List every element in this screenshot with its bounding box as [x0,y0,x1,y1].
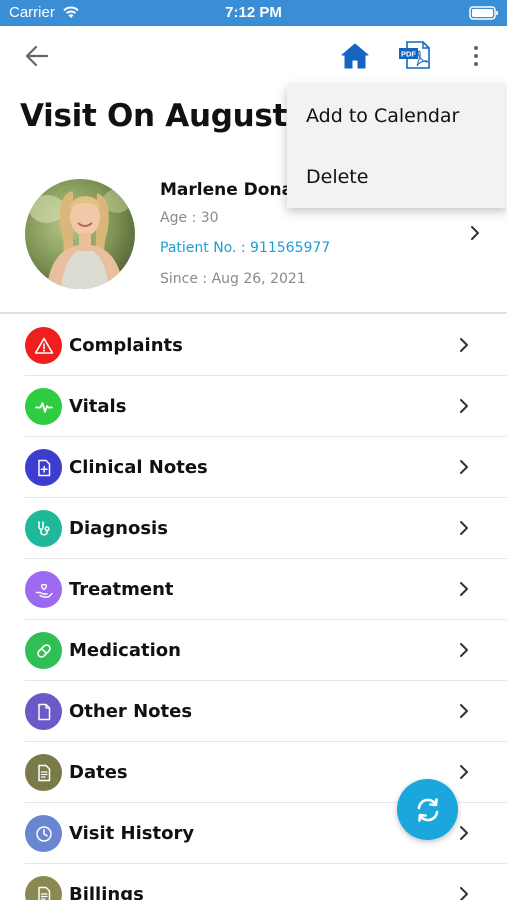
more-options-button[interactable] [462,42,490,70]
menu-item-label: Dates [69,762,128,783]
pdf-icon-label: PDF [401,50,416,59]
menu-item-label: Complaints [69,335,183,356]
pdf-icon: PDF [399,41,430,69]
menu-item-label: Vitals [69,396,127,417]
chevron-right-icon [460,887,468,900]
patient-photo [25,179,135,289]
delete-option[interactable]: Delete [306,166,368,188]
menu-item-other-notes[interactable]: Other Notes [0,681,507,742]
hand-heart-icon [25,571,62,608]
menu-item-treatment[interactable]: Treatment [0,559,507,620]
add-to-calendar-option[interactable]: Add to Calendar [306,105,459,127]
sync-icon [417,797,438,822]
menu-item-complaints[interactable]: Complaints [0,315,507,376]
sync-button[interactable] [397,779,458,840]
document-lines-icon [25,754,62,791]
chevron-right-icon [460,460,468,474]
menu-item-label: Diagnosis [69,518,168,539]
warning-icon [25,327,62,364]
chevron-right-icon [460,582,468,596]
heartbeat-icon [25,388,62,425]
chevron-right-icon [460,643,468,657]
invoice-icon [25,876,62,900]
status-bar: Carrier 7:12 PM [0,0,507,26]
menu-item-label: Other Notes [69,701,193,722]
clock-icon [25,815,62,852]
menu-item-label: Billings [69,884,144,900]
menu-item-vitals[interactable]: Vitals [0,376,507,437]
menu-item-label: Treatment [69,579,174,600]
patient-number: Patient No. : 911565977 [160,240,331,256]
menu-item-label: Medication [69,640,181,661]
home-icon [341,43,369,69]
patient-age: Age : 30 [160,210,219,226]
pdf-button[interactable]: PDF [398,39,430,71]
document-icon [25,693,62,730]
document-plus-icon [25,449,62,486]
section-divider [0,312,507,314]
menu-item-medication[interactable]: Medication [0,620,507,681]
chevron-right-icon [460,521,468,535]
status-time: 7:12 PM [225,4,282,21]
chevron-right-icon [460,338,468,352]
menu-item-label: Visit History [69,823,195,844]
page-title: Visit On August 2 [20,98,319,134]
avatar [25,179,135,289]
chevron-right-icon [471,226,479,240]
stethoscope-icon [25,510,62,547]
patient-details-button[interactable] [468,224,482,242]
patient-name: Marlene Dona [160,180,294,200]
chevron-right-icon [460,765,468,779]
battery-icon [469,6,498,20]
options-dropdown-menu: Add to Calendar Delete [287,85,507,208]
arrow-left-icon [25,45,49,67]
home-button[interactable] [340,41,370,71]
more-vertical-icon [474,46,478,66]
back-button[interactable] [22,42,52,70]
chevron-right-icon [460,399,468,413]
chevron-right-icon [460,826,468,840]
menu-item-clinical-notes[interactable]: Clinical Notes [0,437,507,498]
patient-since: Since : Aug 26, 2021 [160,271,306,287]
chevron-right-icon [460,704,468,718]
menu-item-billings[interactable]: Billings [0,864,507,900]
menu-item-label: Clinical Notes [69,457,208,478]
pill-icon [25,632,62,669]
menu-item-diagnosis[interactable]: Diagnosis [0,498,507,559]
